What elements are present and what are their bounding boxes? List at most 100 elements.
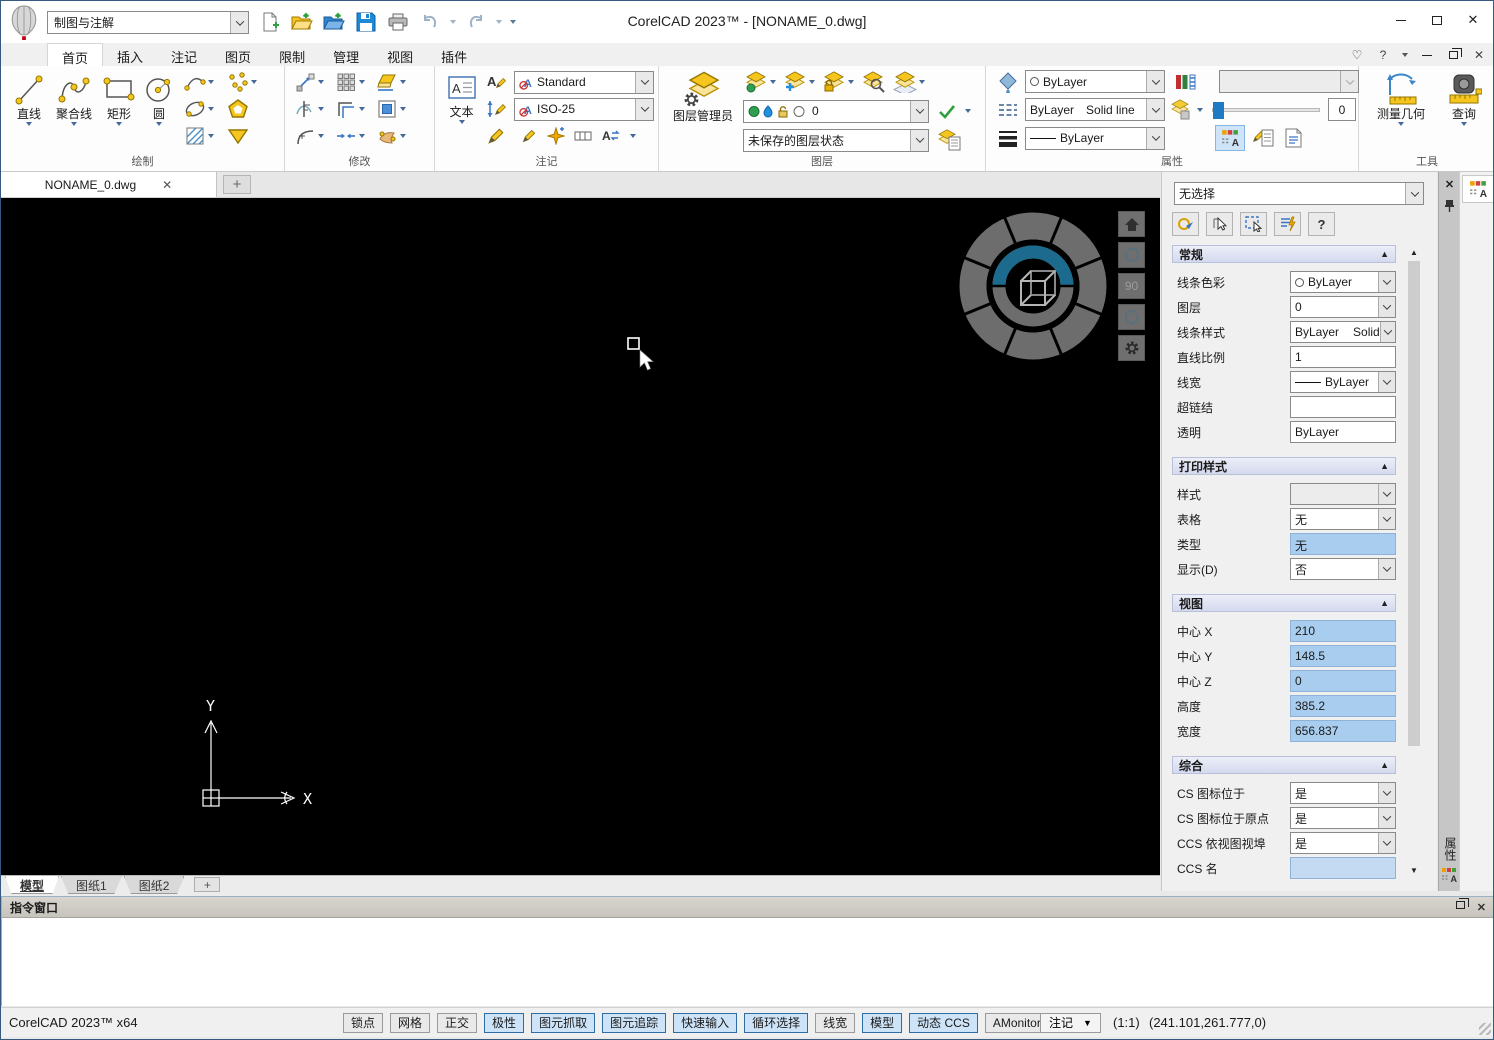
chevron-down-icon[interactable] (230, 12, 248, 33)
fillet-button[interactable] (293, 123, 324, 149)
move-button[interactable] (293, 69, 324, 95)
print-button[interactable] (385, 9, 411, 35)
panel-scrollbar[interactable]: ▲ ▼ (1406, 245, 1422, 877)
chevron-down-icon[interactable] (251, 80, 257, 84)
add-layer-button[interactable] (782, 69, 815, 95)
property-input-hyperlink[interactable] (1290, 396, 1396, 418)
palette-pin-button[interactable] (1442, 198, 1457, 213)
command-window-header[interactable]: 指令窗口 ✕ (2, 897, 1494, 918)
polyline-button[interactable]: 聚合线 (51, 69, 97, 126)
property-select-display[interactable]: 否 (1290, 558, 1396, 580)
chevron-down-icon[interactable] (359, 107, 365, 111)
section-header-print-style[interactable]: 打印样式▲ (1172, 457, 1396, 475)
select-entities-button[interactable] (1172, 212, 1199, 236)
favorites-heart-icon[interactable]: ♡ (1349, 47, 1365, 63)
document-close-icon[interactable]: ✕ (162, 178, 172, 192)
chevron-down-icon[interactable] (71, 122, 77, 126)
wheel-rotate-cw-button[interactable] (1118, 304, 1145, 330)
edit-polyline-button[interactable] (375, 123, 406, 149)
layer-states-manager-button[interactable] (937, 128, 961, 152)
stretch-button[interactable] (334, 123, 365, 149)
chevron-down-icon[interactable] (359, 80, 365, 84)
layer-manager-button[interactable]: 图层管理员 (665, 69, 741, 123)
lock-layer-button[interactable] (821, 69, 854, 95)
transparency-slider[interactable]: 0 (1212, 98, 1356, 121)
chevron-down-icon[interactable] (630, 134, 636, 138)
sheet-tab-model[interactable]: 模型 (5, 876, 59, 894)
resize-grip[interactable] (1479, 1023, 1491, 1035)
leader-button[interactable] (484, 96, 508, 122)
chevron-down-icon[interactable] (848, 80, 854, 84)
text-document-button[interactable] (1281, 126, 1305, 150)
wheel-settings-button[interactable] (1118, 335, 1145, 361)
tab-annotate[interactable]: 注记 (157, 43, 211, 66)
chevron-down-icon[interactable] (910, 130, 928, 151)
redo-menu-chevron[interactable] (496, 20, 502, 24)
property-select-cs-icon-origin[interactable]: 是 (1290, 807, 1396, 829)
text-button[interactable]: A 文本 (441, 69, 482, 124)
toggle-lineweight[interactable]: 线宽 (815, 1013, 855, 1033)
chevron-down-icon[interactable] (400, 80, 406, 84)
active-layer-select[interactable]: 0 (743, 100, 929, 123)
section-header-view[interactable]: 视图▲ (1172, 594, 1396, 612)
smart-dimension-button[interactable] (520, 124, 538, 148)
tab-view[interactable]: 视图 (373, 43, 427, 66)
customize-toolbar-chevron[interactable] (510, 20, 516, 24)
slider-track[interactable] (1212, 108, 1320, 112)
chevron-down-icon[interactable] (156, 122, 162, 126)
undo-menu-chevron[interactable] (450, 20, 456, 24)
chevron-down-icon[interactable] (1398, 122, 1404, 126)
polygon-button[interactable] (226, 96, 257, 122)
scrollbar-thumb[interactable] (1408, 261, 1420, 746)
property-input-transparency[interactable]: ByLayer (1290, 421, 1396, 443)
circle-button[interactable]: 圆 (141, 69, 177, 126)
chevron-down-icon[interactable] (965, 109, 971, 113)
property-painter-button[interactable] (1215, 125, 1245, 151)
doc-minimize-button[interactable] (1419, 47, 1435, 63)
quick-select-button[interactable] (1274, 212, 1301, 236)
document-tab[interactable]: NONAME_0.dwg ✕ (1, 172, 217, 197)
property-select-line-weight[interactable]: ByLayer (1290, 371, 1396, 393)
layer-ok-button[interactable] (937, 99, 957, 123)
line-color-select[interactable]: ByLayer (1025, 70, 1165, 93)
chevron-down-icon[interactable] (1461, 122, 1467, 126)
ribbon-options-chevron[interactable] (1402, 53, 1408, 57)
chevron-down-icon[interactable] (1146, 99, 1164, 120)
properties-palette-tab[interactable] (1462, 175, 1494, 203)
property-input-linetype-scale[interactable]: 1 (1290, 346, 1396, 368)
annotation-scale-select[interactable]: 注记 ▼ (1040, 1013, 1101, 1033)
drawing-canvas[interactable]: Y X (1, 198, 1160, 875)
redo-button[interactable] (463, 9, 489, 35)
chevron-down-icon[interactable] (770, 80, 776, 84)
wheel-home-button[interactable] (1118, 211, 1145, 237)
property-select-table[interactable]: 无 (1290, 508, 1396, 530)
edit-annotation-button[interactable]: A (484, 69, 508, 95)
tab-constraints[interactable]: 限制 (265, 43, 319, 66)
section-header-misc[interactable]: 综合▲ (1172, 756, 1396, 774)
find-replace-button[interactable]: A (601, 124, 621, 148)
navigation-wheel[interactable] (958, 211, 1108, 361)
undo-button[interactable] (417, 9, 443, 35)
toggle-ortho[interactable]: 正交 (437, 1013, 477, 1033)
dimension-button[interactable] (484, 123, 508, 149)
chevron-down-icon[interactable] (1197, 108, 1203, 112)
chevron-down-icon[interactable] (116, 122, 122, 126)
sheet-tab-sheet1[interactable]: 图纸1 (61, 876, 122, 894)
ellipse-button[interactable] (183, 96, 214, 122)
slider-thumb[interactable] (1213, 102, 1224, 119)
toggle-dynamic-ccs[interactable]: 动态 CCS (909, 1013, 978, 1033)
chevron-down-icon[interactable] (318, 107, 324, 111)
tab-insert[interactable]: 插入 (103, 43, 157, 66)
wheel-90-button[interactable]: 90 (1118, 273, 1145, 299)
dimension-style-select[interactable]: A ISO-25 (514, 98, 654, 121)
chevron-down-icon[interactable] (400, 107, 406, 111)
scroll-up-arrow[interactable]: ▲ (1406, 245, 1422, 259)
wipeout-button[interactable] (226, 123, 257, 149)
import-button[interactable] (321, 9, 347, 35)
chevron-down-icon[interactable] (1405, 183, 1423, 204)
doc-restore-button[interactable] (1445, 47, 1461, 63)
chevron-down-icon[interactable] (208, 134, 214, 138)
center-mark-button[interactable] (547, 124, 565, 148)
layer-preview-button[interactable] (892, 69, 925, 95)
scroll-down-arrow[interactable]: ▼ (1406, 863, 1422, 877)
